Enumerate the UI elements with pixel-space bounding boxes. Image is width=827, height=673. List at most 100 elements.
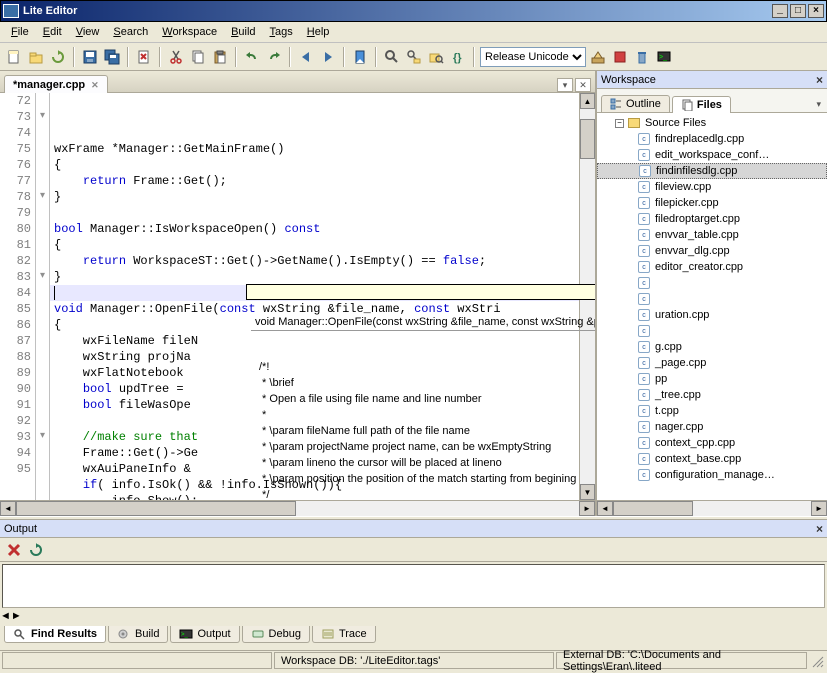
output-close-icon[interactable]: × — [816, 522, 823, 536]
new-file-icon[interactable] — [4, 47, 24, 67]
clean-icon[interactable] — [632, 47, 652, 67]
scroll-up-icon[interactable]: ▲ — [580, 93, 595, 109]
tree-file[interactable]: cnager.cpp — [597, 419, 827, 435]
save-all-icon[interactable] — [102, 47, 122, 67]
collapse-icon[interactable]: − — [615, 119, 624, 128]
code-line[interactable]: } — [50, 269, 579, 285]
run-icon[interactable]: >_ — [654, 47, 674, 67]
output-hscroll[interactable]: ◄ ► — [0, 610, 827, 626]
code-line[interactable]: } — [50, 189, 579, 205]
menu-help[interactable]: Help — [300, 24, 337, 40]
close-button[interactable]: × — [808, 4, 824, 18]
output-body[interactable] — [2, 564, 825, 608]
tree-file[interactable]: cpp — [597, 371, 827, 387]
ws-tab-menu-icon[interactable]: ▾ — [814, 97, 823, 112]
tree-file[interactable]: cedit_workspace_conf… — [597, 147, 827, 163]
output-tab-find-results[interactable]: Find Results — [4, 626, 106, 643]
code-line[interactable]: { — [50, 157, 579, 173]
editor-hscroll[interactable]: ◄ ► — [0, 500, 595, 516]
tree-file[interactable]: cfileview.cpp — [597, 179, 827, 195]
tree-file[interactable]: cenvvar_dlg.cpp — [597, 243, 827, 259]
tree-file[interactable]: c — [597, 291, 827, 307]
tree-file[interactable]: ccontext_cpp.cpp — [597, 435, 827, 451]
tab-close-icon[interactable]: ✕ — [91, 80, 99, 91]
save-icon[interactable] — [80, 47, 100, 67]
workspace-tree[interactable]: − Source Files cfindreplacedlg.cppcedit_… — [597, 113, 827, 500]
ws-hscroll-thumb[interactable] — [613, 501, 693, 516]
tree-file[interactable]: cenvvar_table.cpp — [597, 227, 827, 243]
tree-file[interactable]: c — [597, 323, 827, 339]
code-line[interactable]: { — [50, 237, 579, 253]
scroll-right-icon[interactable]: ► — [579, 501, 595, 516]
find-icon[interactable] — [382, 47, 402, 67]
cut-icon[interactable] — [166, 47, 186, 67]
nav-back-icon[interactable] — [296, 47, 316, 67]
output-tab-output[interactable]: >_Output — [170, 626, 239, 643]
bookmark-toggle-icon[interactable] — [350, 47, 370, 67]
paste-icon[interactable] — [210, 47, 230, 67]
close-file-icon[interactable] — [134, 47, 154, 67]
tree-file[interactable]: c_page.cpp — [597, 355, 827, 371]
build-icon[interactable] — [588, 47, 608, 67]
code-line[interactable]: bool Manager::IsWorkspaceOpen() const — [50, 221, 579, 237]
tree-file[interactable]: cfindinfilesdlg.cpp — [597, 163, 827, 179]
menu-tags[interactable]: Tags — [263, 24, 300, 40]
output-tab-debug[interactable]: Debug — [242, 626, 310, 643]
refresh-output-icon[interactable] — [26, 540, 46, 560]
nav-fwd-icon[interactable] — [318, 47, 338, 67]
code-line[interactable] — [50, 205, 579, 221]
find-resource-icon[interactable] — [426, 47, 446, 67]
tree-file[interactable]: ct.cpp — [597, 403, 827, 419]
menu-workspace[interactable]: Workspace — [155, 24, 224, 40]
replace-icon[interactable] — [404, 47, 424, 67]
minimize-button[interactable]: _ — [772, 4, 788, 18]
ws-scroll-right-icon[interactable]: ► — [811, 501, 827, 516]
code-lines[interactable]: void Manager::OpenFile(const wxString &f… — [50, 93, 579, 500]
menu-edit[interactable]: Edit — [36, 24, 69, 40]
code-area[interactable]: 7273747576777879808182838485868788899091… — [0, 93, 595, 500]
tab-close-all-icon[interactable]: ✕ — [575, 78, 591, 92]
redo-icon[interactable] — [264, 47, 284, 67]
clear-output-icon[interactable] — [4, 540, 24, 560]
refresh-icon[interactable] — [48, 47, 68, 67]
menu-search[interactable]: Search — [106, 24, 155, 40]
tab-files[interactable]: Files — [672, 96, 731, 113]
workspace-close-icon[interactable]: × — [816, 73, 823, 87]
tree-file[interactable]: ceditor_creator.cpp — [597, 259, 827, 275]
hscroll-thumb[interactable] — [16, 501, 296, 516]
tree-file[interactable]: curation.cpp — [597, 307, 827, 323]
tree-file[interactable]: cfindreplacedlg.cpp — [597, 131, 827, 147]
tree-file[interactable]: cconfiguration_manage… — [597, 467, 827, 483]
menu-view[interactable]: View — [69, 24, 107, 40]
output-tab-build[interactable]: Build — [108, 626, 168, 643]
menu-file[interactable]: File — [4, 24, 36, 40]
ws-scroll-left-icon[interactable]: ◄ — [597, 501, 613, 516]
tab-outline[interactable]: Outline — [601, 95, 670, 112]
code-line[interactable]: wxFrame *Manager::GetMainFrame() — [50, 141, 579, 157]
undo-icon[interactable] — [242, 47, 262, 67]
tree-file[interactable]: ccontext_base.cpp — [597, 451, 827, 467]
scroll-thumb[interactable] — [580, 119, 595, 159]
open-icon[interactable] — [26, 47, 46, 67]
tree-root[interactable]: − Source Files — [597, 115, 827, 131]
menu-build[interactable]: Build — [224, 24, 262, 40]
tab-menu-icon[interactable]: ▾ — [557, 78, 573, 92]
tree-file[interactable]: cfiledroptarget.cpp — [597, 211, 827, 227]
tree-file[interactable]: c_tree.cpp — [597, 387, 827, 403]
file-tab-manager[interactable]: *manager.cpp ✕ — [4, 75, 108, 93]
maximize-button[interactable]: □ — [790, 4, 806, 18]
output-tab-trace[interactable]: Trace — [312, 626, 376, 643]
build-config-select[interactable]: Release Unicode — [480, 47, 586, 67]
find-type-icon[interactable]: {} — [448, 47, 468, 67]
copy-icon[interactable] — [188, 47, 208, 67]
scroll-left-icon[interactable]: ◄ — [0, 501, 16, 516]
tree-file[interactable]: cfilepicker.cpp — [597, 195, 827, 211]
stop-build-icon[interactable] — [610, 47, 630, 67]
resize-grip-icon[interactable] — [809, 653, 825, 669]
code-line[interactable]: return Frame::Get(); — [50, 173, 579, 189]
tree-file[interactable]: cg.cpp — [597, 339, 827, 355]
out-scroll-left-icon[interactable]: ◄ — [0, 610, 11, 626]
fold-column[interactable]: ▾▾▾▾ — [36, 93, 50, 500]
workspace-hscroll[interactable]: ◄ ► — [597, 500, 827, 516]
code-line[interactable]: return WorkspaceST::Get()->GetName().IsE… — [50, 253, 579, 269]
